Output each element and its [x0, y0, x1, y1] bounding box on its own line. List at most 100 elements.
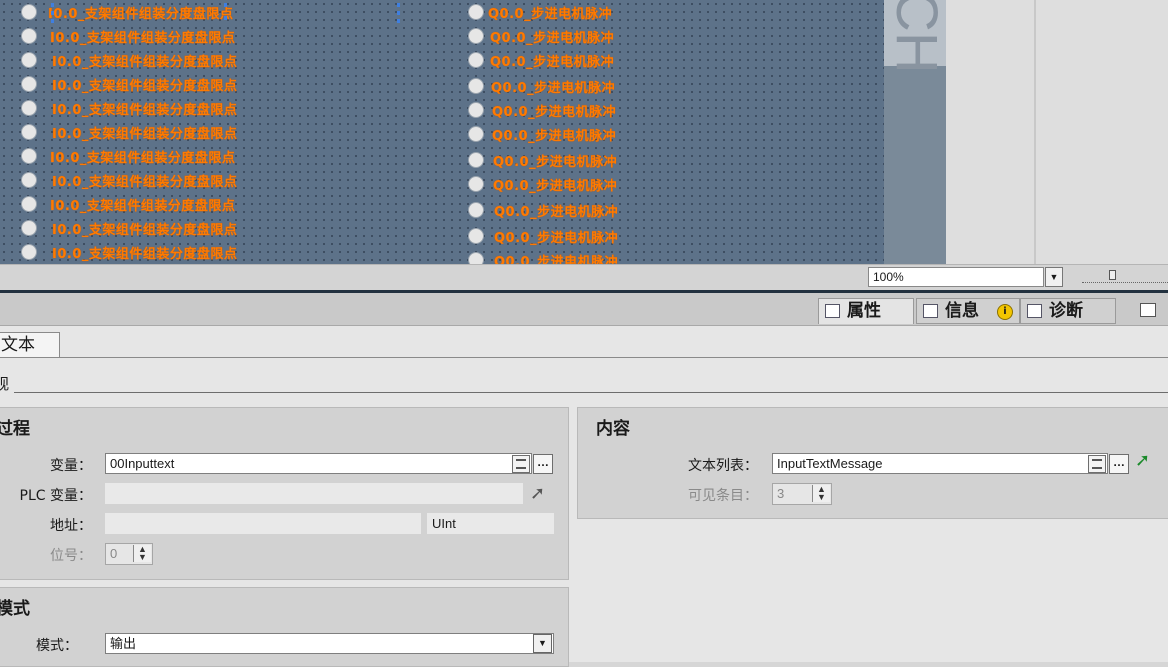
browse-text-list-button[interactable]: …: [1109, 454, 1129, 474]
lamp-indicator[interactable]: [21, 76, 37, 92]
lamp-indicator[interactable]: [21, 220, 37, 236]
zoom-slider[interactable]: [1082, 276, 1168, 283]
lamp-label[interactable]: I0.0_支架组件组装分度盘限点: [52, 219, 237, 238]
tab-diagnostics[interactable]: 诊断: [1020, 298, 1116, 324]
screen-side-strip: CH: [884, 0, 949, 264]
lamp-indicator[interactable]: [21, 244, 37, 260]
lamp-label[interactable]: Q0.0_步进电机脉冲: [494, 201, 618, 220]
lamp-indicator[interactable]: [468, 202, 484, 218]
browse-variable-button[interactable]: …: [533, 454, 553, 474]
stepper-arrows-icon: ▲ ▼: [133, 545, 151, 562]
hmi-screen-canvas[interactable]: I0.0_支架组件组装分度盘限点 I0.0_支架组件组装分度盘限点 I0.0_支架组…: [0, 0, 884, 264]
lamp-indicator[interactable]: [468, 252, 484, 264]
lamp-indicator[interactable]: [468, 78, 484, 94]
lamp-label[interactable]: I0.0_支架组件组装分度盘限点: [52, 75, 237, 94]
mode-value: 输出: [110, 636, 137, 651]
lamp-indicator[interactable]: [21, 52, 37, 68]
lamp-indicator[interactable]: [21, 148, 37, 164]
lamp-label[interactable]: Q0.0_步进电机脉冲: [493, 175, 617, 194]
selection-handle[interactable]: [397, 19, 400, 23]
lamp-indicator[interactable]: [468, 52, 484, 68]
canvas-margin: [946, 0, 1168, 264]
lamp-label[interactable]: Q0.0_步进电机脉冲: [490, 27, 614, 46]
lamp-label[interactable]: Q0.0_步进电机脉冲: [492, 125, 616, 144]
text-list-label: 文本列表：: [688, 458, 758, 474]
lamp-indicator[interactable]: [468, 102, 484, 118]
float-window-icon[interactable]: [1140, 303, 1156, 317]
lamp-indicator[interactable]: [21, 4, 37, 20]
lamp-label[interactable]: Q0.0_步进电机脉冲: [494, 251, 618, 264]
selection-handle[interactable]: [397, 3, 400, 7]
zoom-value: 100%: [873, 270, 904, 284]
visible-entries-value: 3: [777, 486, 785, 501]
variable-label: 变量：: [50, 458, 92, 474]
chevron-down-icon[interactable]: ▼: [533, 634, 552, 653]
list-icon[interactable]: [512, 455, 530, 473]
lamp-label[interactable]: I0.0_支架组件组装分度盘限点: [52, 99, 237, 118]
zoom-select[interactable]: 100%: [868, 267, 1044, 287]
zoom-dropdown-button[interactable]: ▼: [1045, 267, 1063, 287]
diagnostics-icon: [1027, 304, 1042, 318]
goto-arrow-icon: ➚: [530, 483, 546, 503]
lamp-indicator[interactable]: [468, 28, 484, 44]
plc-variable-field: [105, 483, 523, 504]
lamp-label[interactable]: I0.0_支架组件组装分度盘限点: [52, 243, 237, 262]
visible-entries-label: 可见条目：: [688, 488, 758, 504]
content-group-title: 内容: [596, 419, 630, 439]
variable-value: 00Inputtext: [110, 456, 175, 471]
selection-handle[interactable]: [51, 19, 54, 23]
lamp-label[interactable]: Q0.0_步进电机脉冲: [490, 51, 614, 70]
lamp-label[interactable]: I0.0_支架组件组装分度盘限点: [50, 147, 235, 166]
lamp-indicator[interactable]: [468, 228, 484, 244]
lamp-label[interactable]: Q0.0_步进电机脉冲: [492, 101, 616, 120]
lamp-label[interactable]: I0.0_支架组件组装分度盘限点: [52, 123, 237, 142]
text-list-field[interactable]: InputTextMessage: [772, 453, 1108, 474]
selection-handle[interactable]: [51, 3, 54, 7]
info-badge-icon: i: [997, 304, 1013, 320]
lamp-label[interactable]: I0.0_支架组件组装分度盘限点: [50, 195, 235, 214]
selection-handle[interactable]: [51, 11, 54, 15]
bit-value: 0: [110, 546, 118, 561]
mode-group: [0, 587, 569, 667]
lamp-label[interactable]: Q0.0_步进电机脉冲: [493, 151, 617, 170]
lamp-indicator[interactable]: [468, 4, 484, 20]
lamp-label[interactable]: Q0.0_步进电机脉冲: [491, 77, 615, 96]
lamp-label[interactable]: Q0.0_步进电机脉冲: [488, 3, 612, 22]
lamp-label[interactable]: I0.0_支架组件组装分度盘限点: [48, 3, 233, 22]
selection-handle[interactable]: [224, 16, 227, 20]
list-icon[interactable]: [1088, 455, 1106, 473]
process-group-title: 过程: [0, 419, 30, 439]
address-label: 地址：: [50, 518, 92, 534]
variable-field[interactable]: 00Inputtext: [105, 453, 532, 474]
lamp-label[interactable]: Q0.0_步进电机脉冲: [494, 227, 618, 246]
tab-text[interactable]: 文本: [0, 332, 60, 358]
address-type: UInt: [432, 516, 456, 531]
plc-variable-label: PLC 变量：: [19, 488, 92, 504]
tab-diagnostics-label: 诊断: [1049, 301, 1083, 321]
canvas-divider: [1034, 0, 1036, 264]
properties-icon: [825, 304, 840, 318]
lamp-label[interactable]: I0.0_支架组件组装分度盘限点: [52, 171, 237, 190]
tab-info[interactable]: 信息 i: [916, 298, 1020, 324]
lamp-indicator[interactable]: [468, 152, 484, 168]
lamp-indicator[interactable]: [468, 176, 484, 192]
lamp-indicator[interactable]: [21, 28, 37, 44]
text-list-value: InputTextMessage: [777, 456, 883, 471]
lamp-indicator[interactable]: [21, 196, 37, 212]
lamp-label[interactable]: I0.0_支架组件组装分度盘限点: [52, 51, 237, 70]
lamp-indicator[interactable]: [21, 100, 37, 116]
mode-label: 模式：: [36, 638, 78, 654]
selection-handle[interactable]: [224, 3, 227, 7]
subtab-divider: [0, 357, 1168, 358]
tab-properties[interactable]: 属性: [818, 298, 914, 324]
lamp-label[interactable]: I0.0_支架组件组装分度盘限点: [50, 27, 235, 46]
selection-handle[interactable]: [397, 11, 400, 15]
lamp-indicator[interactable]: [21, 124, 37, 140]
lamp-indicator[interactable]: [468, 126, 484, 142]
zoom-slider-thumb[interactable]: [1109, 270, 1116, 280]
goto-text-list-icon[interactable]: ➚: [1135, 451, 1150, 469]
mode-group-title: 模式: [0, 599, 30, 619]
mode-select[interactable]: 输出: [105, 633, 554, 654]
lamp-indicator[interactable]: [21, 172, 37, 188]
stepper-arrows-icon: ▲ ▼: [812, 485, 830, 502]
